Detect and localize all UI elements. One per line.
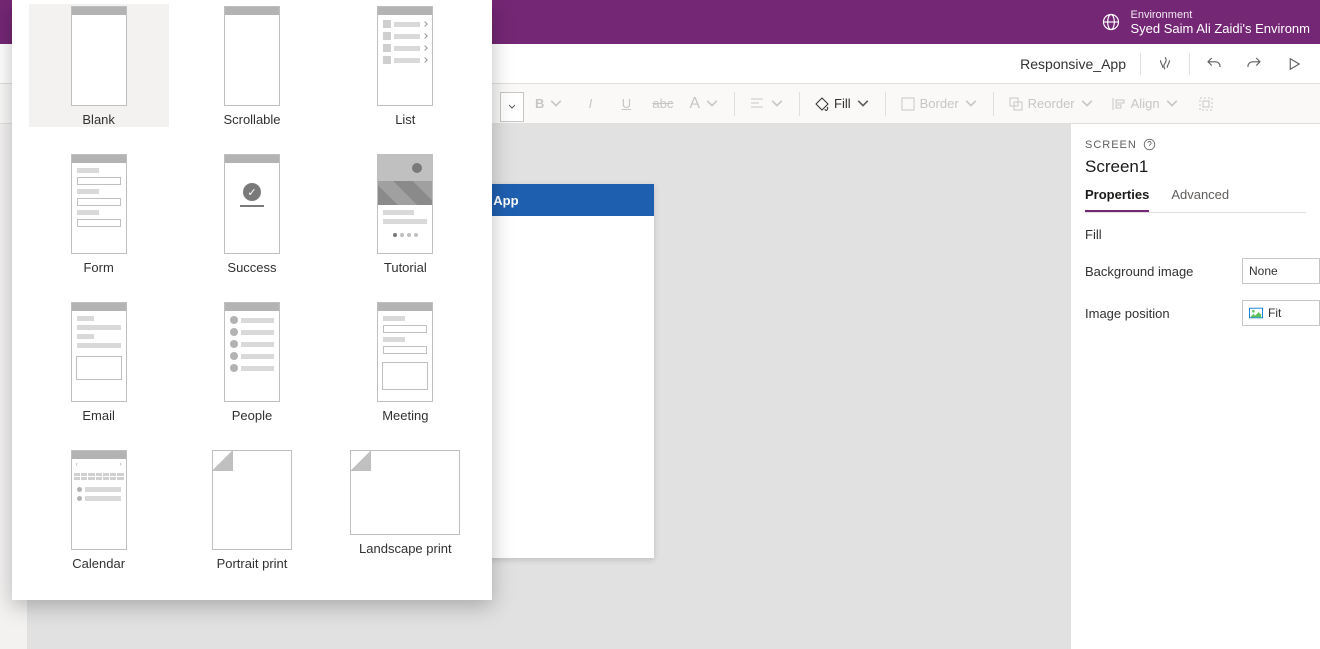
property-dropdown[interactable]: [500, 92, 524, 122]
property-tabs: Properties Advanced: [1085, 187, 1306, 213]
gallery-item-meeting[interactable]: Meeting: [335, 300, 475, 423]
redo-icon[interactable]: [1238, 48, 1270, 80]
environment-name: Syed Saim Ali Zaidi's Environm: [1131, 22, 1311, 36]
underline-button[interactable]: U: [610, 88, 642, 120]
fill-button[interactable]: Fill: [808, 88, 877, 120]
tab-properties[interactable]: Properties: [1085, 187, 1149, 212]
gallery-item-landscape-print[interactable]: Landscape print: [335, 448, 475, 556]
properties-pane: SCREEN Screen1 Properties Advanced Fill …: [1070, 124, 1320, 649]
pane-section-label: SCREEN: [1085, 138, 1320, 151]
environment-picker[interactable]: Environment Syed Saim Ali Zaidi's Enviro…: [1101, 8, 1311, 36]
screen-name: Screen1: [1085, 157, 1320, 177]
environment-label: Environment: [1131, 8, 1311, 22]
align-button[interactable]: Align: [1105, 88, 1186, 120]
image-icon: [1249, 307, 1263, 319]
gallery-item-people[interactable]: People: [182, 300, 322, 423]
app-name: Responsive_App: [1020, 56, 1126, 72]
gallery-item-list[interactable]: List: [335, 4, 475, 127]
border-button[interactable]: Border: [894, 88, 985, 120]
group-button[interactable]: [1190, 88, 1222, 120]
gallery-item-tutorial[interactable]: Tutorial: [335, 152, 475, 275]
gallery-item-blank[interactable]: Blank: [29, 4, 169, 127]
gallery-item-portrait-print[interactable]: Portrait print: [182, 448, 322, 571]
bold-button[interactable]: B: [529, 88, 570, 120]
font-color-button[interactable]: A: [683, 88, 726, 120]
prop-fill: Fill: [1085, 227, 1320, 242]
gallery-item-success[interactable]: ✓ Success: [182, 152, 322, 275]
gallery-item-email[interactable]: Email: [29, 300, 169, 423]
separator: [1189, 53, 1190, 75]
app-checker-icon[interactable]: [1149, 48, 1181, 80]
tab-advanced[interactable]: Advanced: [1171, 187, 1229, 212]
prop-image-position: Image position Fit: [1085, 300, 1320, 326]
text-align-button[interactable]: [743, 88, 791, 120]
new-screen-gallery: Blank Scrollable List Form ✓ Success: [12, 0, 492, 600]
italic-button[interactable]: I: [574, 88, 606, 120]
help-icon[interactable]: [1143, 138, 1156, 151]
gallery-item-scrollable[interactable]: Scrollable: [182, 4, 322, 127]
separator: [1140, 53, 1141, 75]
gallery-item-form[interactable]: Form: [29, 152, 169, 275]
image-position-select[interactable]: Fit: [1242, 300, 1320, 326]
strikethrough-button[interactable]: abc: [646, 88, 679, 120]
prop-background-image: Background image None: [1085, 258, 1320, 284]
reorder-button[interactable]: Reorder: [1002, 88, 1101, 120]
play-icon[interactable]: [1278, 48, 1310, 80]
background-image-select[interactable]: None: [1242, 258, 1320, 284]
undo-icon[interactable]: [1198, 48, 1230, 80]
globe-icon: [1101, 12, 1121, 32]
gallery-item-calendar[interactable]: ‹› Calendar: [29, 448, 169, 571]
